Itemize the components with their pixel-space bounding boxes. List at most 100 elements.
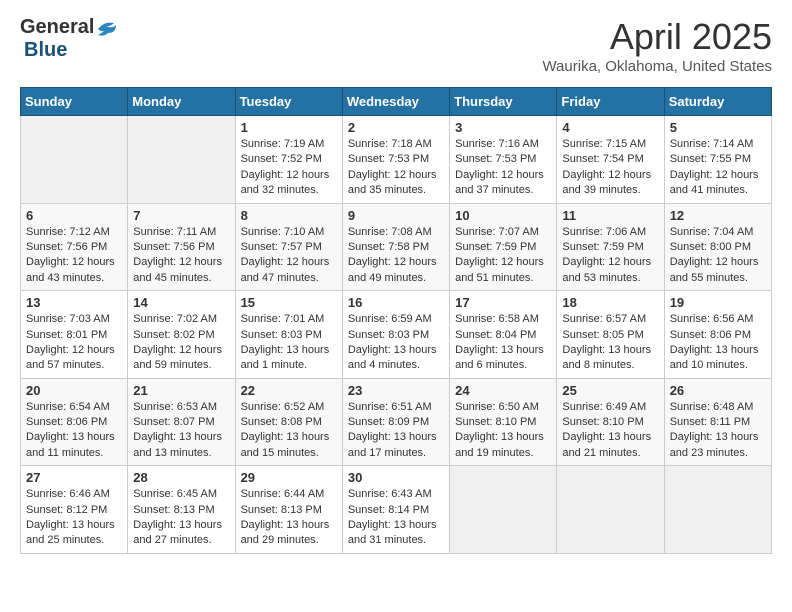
sunset-text: Sunset: 8:08 PM <box>241 415 337 430</box>
daylight-text: Daylight: 13 hours and 1 minute. <box>241 343 337 374</box>
sunset-text: Sunset: 8:03 PM <box>348 328 444 343</box>
sunset-text: Sunset: 7:53 PM <box>348 152 444 167</box>
day-info: Sunrise: 6:57 AMSunset: 8:05 PMDaylight:… <box>562 312 658 374</box>
location-text: Waurika, Oklahoma, United States <box>542 58 772 75</box>
calendar-day-cell: 28Sunrise: 6:45 AMSunset: 8:13 PMDayligh… <box>128 466 235 554</box>
calendar-day-cell: 9 Sunrise: 7:08 AMSunset: 7:58 PMDaylight… <box>342 203 449 291</box>
day-info: Sunrise: 6:50 AMSunset: 8:10 PMDaylight:… <box>455 400 551 462</box>
sunrise-text: Sunrise: 7:01 AM <box>241 312 337 327</box>
sunrise-text: Sunrise: 6:44 AM <box>241 487 337 502</box>
day-number: 6 <box>26 208 122 223</box>
sunset-text: Sunset: 8:10 PM <box>455 415 551 430</box>
sunset-text: Sunset: 8:10 PM <box>562 415 658 430</box>
calendar-day-cell <box>21 116 128 204</box>
day-number: 26 <box>670 383 766 398</box>
day-number: 13 <box>26 295 122 310</box>
sunset-text: Sunset: 8:05 PM <box>562 328 658 343</box>
calendar-day-cell: 16Sunrise: 6:59 AMSunset: 8:03 PMDayligh… <box>342 291 449 379</box>
day-info: Sunrise: 7:06 AMSunset: 7:59 PMDaylight:… <box>562 225 658 287</box>
sunset-text: Sunset: 7:53 PM <box>455 152 551 167</box>
day-info: Sunrise: 7:01 AMSunset: 8:03 PMDaylight:… <box>241 312 337 374</box>
daylight-text: Daylight: 12 hours and 53 minutes. <box>562 255 658 286</box>
daylight-text: Daylight: 12 hours and 47 minutes. <box>241 255 337 286</box>
calendar-day-cell: 12Sunrise: 7:04 AMSunset: 8:00 PMDayligh… <box>664 203 771 291</box>
sunrise-text: Sunrise: 6:57 AM <box>562 312 658 327</box>
sunrise-text: Sunrise: 6:45 AM <box>133 487 229 502</box>
daylight-text: Daylight: 12 hours and 37 minutes. <box>455 168 551 199</box>
calendar-day-cell: 15Sunrise: 7:01 AMSunset: 8:03 PMDayligh… <box>235 291 342 379</box>
sunset-text: Sunset: 8:02 PM <box>133 328 229 343</box>
logo-blue-text: Blue <box>24 39 67 61</box>
day-number: 23 <box>348 383 444 398</box>
daylight-text: Daylight: 13 hours and 27 minutes. <box>133 518 229 549</box>
calendar-week-row: 27Sunrise: 6:46 AMSunset: 8:12 PMDayligh… <box>21 466 772 554</box>
page-container: General Blue April 2025 Waurika, Oklahom… <box>0 0 792 570</box>
day-info: Sunrise: 7:12 AMSunset: 7:56 PMDaylight:… <box>26 225 122 287</box>
sunset-text: Sunset: 7:59 PM <box>562 240 658 255</box>
daylight-text: Daylight: 12 hours and 57 minutes. <box>26 343 122 374</box>
calendar-day-cell: 22Sunrise: 6:52 AMSunset: 8:08 PMDayligh… <box>235 378 342 466</box>
calendar-day-cell: 13Sunrise: 7:03 AMSunset: 8:01 PMDayligh… <box>21 291 128 379</box>
sunrise-text: Sunrise: 6:52 AM <box>241 400 337 415</box>
sunset-text: Sunset: 7:56 PM <box>133 240 229 255</box>
day-info: Sunrise: 6:54 AMSunset: 8:06 PMDaylight:… <box>26 400 122 462</box>
sunrise-text: Sunrise: 6:50 AM <box>455 400 551 415</box>
daylight-text: Daylight: 13 hours and 4 minutes. <box>348 343 444 374</box>
calendar-day-cell: 27Sunrise: 6:46 AMSunset: 8:12 PMDayligh… <box>21 466 128 554</box>
calendar-day-cell: 17Sunrise: 6:58 AMSunset: 8:04 PMDayligh… <box>450 291 557 379</box>
day-of-week-header: Thursday <box>450 88 557 116</box>
day-info: Sunrise: 7:08 AMSunset: 7:58 PMDaylight:… <box>348 225 444 287</box>
day-number: 7 <box>133 208 229 223</box>
day-number: 14 <box>133 295 229 310</box>
calendar-day-cell <box>450 466 557 554</box>
logo-general-text: General <box>20 16 94 39</box>
day-number: 29 <box>241 470 337 485</box>
sunrise-text: Sunrise: 7:19 AM <box>241 137 337 152</box>
day-number: 22 <box>241 383 337 398</box>
day-number: 11 <box>562 208 658 223</box>
daylight-text: Daylight: 13 hours and 31 minutes. <box>348 518 444 549</box>
daylight-text: Daylight: 13 hours and 19 minutes. <box>455 430 551 461</box>
sunrise-text: Sunrise: 7:15 AM <box>562 137 658 152</box>
sunset-text: Sunset: 8:11 PM <box>670 415 766 430</box>
sunrise-text: Sunrise: 6:43 AM <box>348 487 444 502</box>
daylight-text: Daylight: 12 hours and 49 minutes. <box>348 255 444 286</box>
sunrise-text: Sunrise: 6:59 AM <box>348 312 444 327</box>
day-info: Sunrise: 6:58 AMSunset: 8:04 PMDaylight:… <box>455 312 551 374</box>
daylight-text: Daylight: 13 hours and 25 minutes. <box>26 518 122 549</box>
day-info: Sunrise: 6:46 AMSunset: 8:12 PMDaylight:… <box>26 487 122 549</box>
day-number: 5 <box>670 120 766 135</box>
day-of-week-header: Saturday <box>664 88 771 116</box>
sunrise-text: Sunrise: 7:03 AM <box>26 312 122 327</box>
day-info: Sunrise: 7:19 AMSunset: 7:52 PMDaylight:… <box>241 137 337 199</box>
calendar-day-cell: 18Sunrise: 6:57 AMSunset: 8:05 PMDayligh… <box>557 291 664 379</box>
daylight-text: Daylight: 13 hours and 13 minutes. <box>133 430 229 461</box>
month-title: April 2025 <box>542 16 772 58</box>
calendar-day-cell <box>664 466 771 554</box>
logo: General Blue <box>20 16 118 62</box>
sunrise-text: Sunrise: 7:16 AM <box>455 137 551 152</box>
daylight-text: Daylight: 12 hours and 43 minutes. <box>26 255 122 286</box>
sunrise-text: Sunrise: 6:54 AM <box>26 400 122 415</box>
day-info: Sunrise: 7:10 AMSunset: 7:57 PMDaylight:… <box>241 225 337 287</box>
page-header: General Blue April 2025 Waurika, Oklahom… <box>20 16 772 75</box>
sunset-text: Sunset: 8:12 PM <box>26 503 122 518</box>
sunrise-text: Sunrise: 6:46 AM <box>26 487 122 502</box>
sunset-text: Sunset: 8:06 PM <box>670 328 766 343</box>
calendar-day-cell: 2Sunrise: 7:18 AMSunset: 7:53 PMDaylight… <box>342 116 449 204</box>
sunrise-text: Sunrise: 6:48 AM <box>670 400 766 415</box>
sunset-text: Sunset: 7:55 PM <box>670 152 766 167</box>
calendar-day-cell <box>557 466 664 554</box>
day-number: 28 <box>133 470 229 485</box>
day-number: 8 <box>241 208 337 223</box>
day-info: Sunrise: 7:02 AMSunset: 8:02 PMDaylight:… <box>133 312 229 374</box>
day-info: Sunrise: 6:43 AMSunset: 8:14 PMDaylight:… <box>348 487 444 549</box>
calendar-table: SundayMondayTuesdayWednesdayThursdayFrid… <box>20 87 772 554</box>
day-number: 9 <box>348 208 444 223</box>
calendar-day-cell: 8 Sunrise: 7:10 AMSunset: 7:57 PMDaylight… <box>235 203 342 291</box>
calendar-day-cell: 29Sunrise: 6:44 AMSunset: 8:13 PMDayligh… <box>235 466 342 554</box>
daylight-text: Daylight: 13 hours and 8 minutes. <box>562 343 658 374</box>
daylight-text: Daylight: 12 hours and 39 minutes. <box>562 168 658 199</box>
sunset-text: Sunset: 8:14 PM <box>348 503 444 518</box>
calendar-day-cell: 11 Sunrise: 7:06 AMSunset: 7:59 PMDayligh… <box>557 203 664 291</box>
